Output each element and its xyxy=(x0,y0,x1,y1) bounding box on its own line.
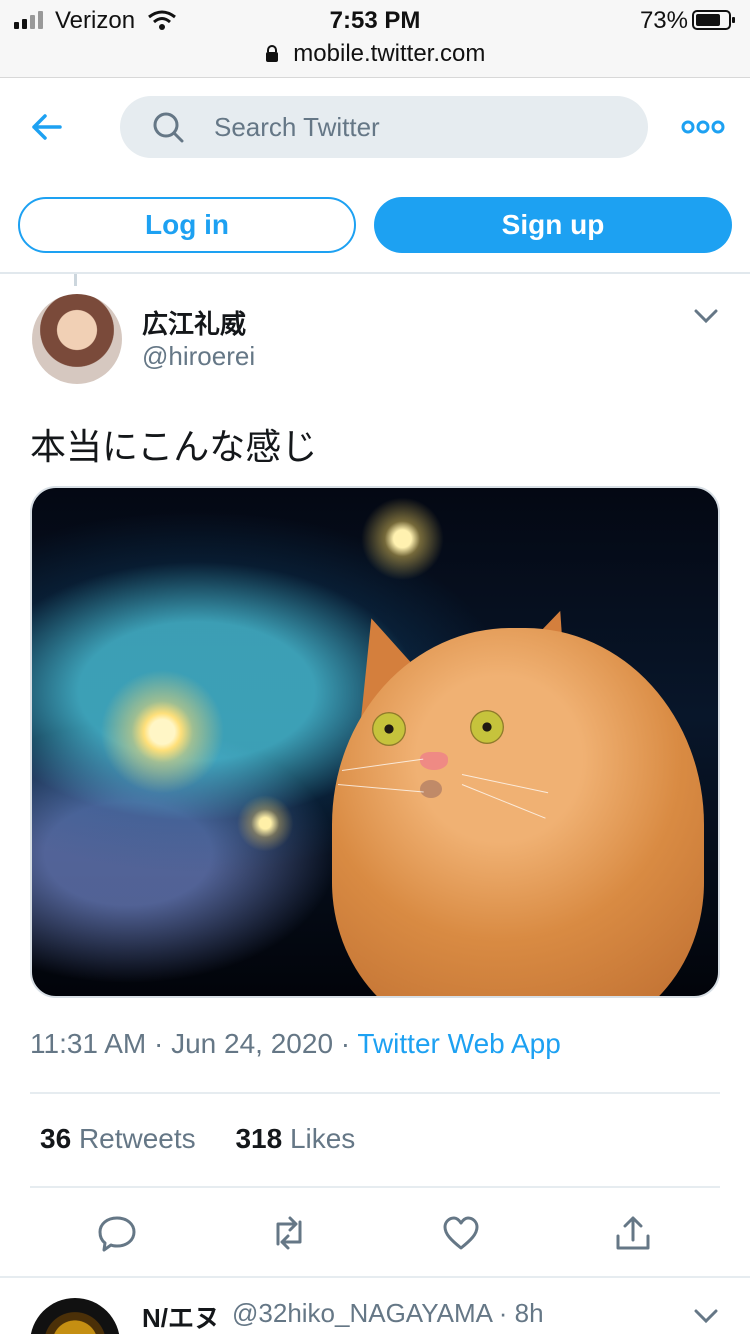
next-tweet-handle-time[interactable]: @32hiko_NAGAYAMA · 8h xyxy=(232,1298,544,1329)
page: Verizon 7:53 PM 73% mobile.twitter.com S… xyxy=(0,0,750,1334)
status-time: 7:53 PM xyxy=(329,7,421,34)
tweet-source-link[interactable]: Twitter Web App xyxy=(357,1028,560,1059)
cat-nose xyxy=(420,752,448,770)
browser-status-bar: Verizon 7:53 PM 73% mobile.twitter.com xyxy=(0,0,750,78)
next-profile-avatar[interactable] xyxy=(30,1298,120,1334)
battery-percentage: 73% xyxy=(639,7,688,34)
likes-count: 318 xyxy=(235,1123,283,1154)
heart-icon[interactable] xyxy=(440,1212,482,1254)
share-icon[interactable] xyxy=(612,1212,654,1254)
chevron-down-icon[interactable] xyxy=(694,306,718,326)
login-button[interactable]: Log in xyxy=(18,197,356,253)
cat-right-eye xyxy=(470,710,504,744)
search-bar[interactable] xyxy=(120,96,648,158)
battery-icon xyxy=(692,10,735,30)
auth-actions: Log in Sign up xyxy=(0,176,750,274)
cat-left-eye xyxy=(372,712,406,746)
tweet-display-name[interactable]: 広江礼威 xyxy=(142,304,246,341)
address-bar[interactable]: mobile.twitter.com xyxy=(0,40,750,68)
profile-avatar[interactable] xyxy=(32,294,122,384)
back-arrow-icon[interactable] xyxy=(30,110,64,144)
tweet-handle[interactable]: @hiroerei xyxy=(142,341,255,372)
tweet-meta: 11:31 AM · Jun 24, 2020 · Twitter Web Ap… xyxy=(30,1028,561,1060)
tweet-stats: 36 Retweets 318 Likes xyxy=(40,1123,387,1155)
url-text: mobile.twitter.com xyxy=(293,40,486,67)
cat-figure xyxy=(332,628,704,996)
thread-connector xyxy=(74,274,77,286)
reply-icon[interactable] xyxy=(96,1212,138,1254)
search-input[interactable] xyxy=(214,96,624,158)
chevron-down-icon[interactable] xyxy=(694,1306,718,1326)
top-navigation xyxy=(0,78,750,176)
next-tweet-display-name[interactable]: N/エヌ xyxy=(142,1298,220,1334)
search-icon xyxy=(153,112,184,143)
likes-label: Likes xyxy=(289,1123,356,1154)
retweet-icon[interactable] xyxy=(268,1212,310,1254)
divider xyxy=(30,1092,720,1094)
retweets-count: 36 xyxy=(40,1123,72,1154)
lock-icon xyxy=(265,45,278,62)
divider xyxy=(0,1276,750,1278)
retweets-stat[interactable]: 36 Retweets xyxy=(40,1123,196,1155)
retweets-label: Retweets xyxy=(78,1123,196,1154)
tweet-text: 本当にこんな感じ xyxy=(30,426,318,467)
more-icon[interactable] xyxy=(680,114,726,140)
likes-stat[interactable]: 318 Likes xyxy=(235,1123,355,1155)
tweet-timestamp: 11:31 AM · Jun 24, 2020 · xyxy=(30,1028,358,1059)
tweet-image[interactable] xyxy=(30,486,720,998)
tweet-actions xyxy=(0,1188,750,1276)
cat-mouth xyxy=(420,780,442,798)
signup-button[interactable]: Sign up xyxy=(374,197,732,253)
